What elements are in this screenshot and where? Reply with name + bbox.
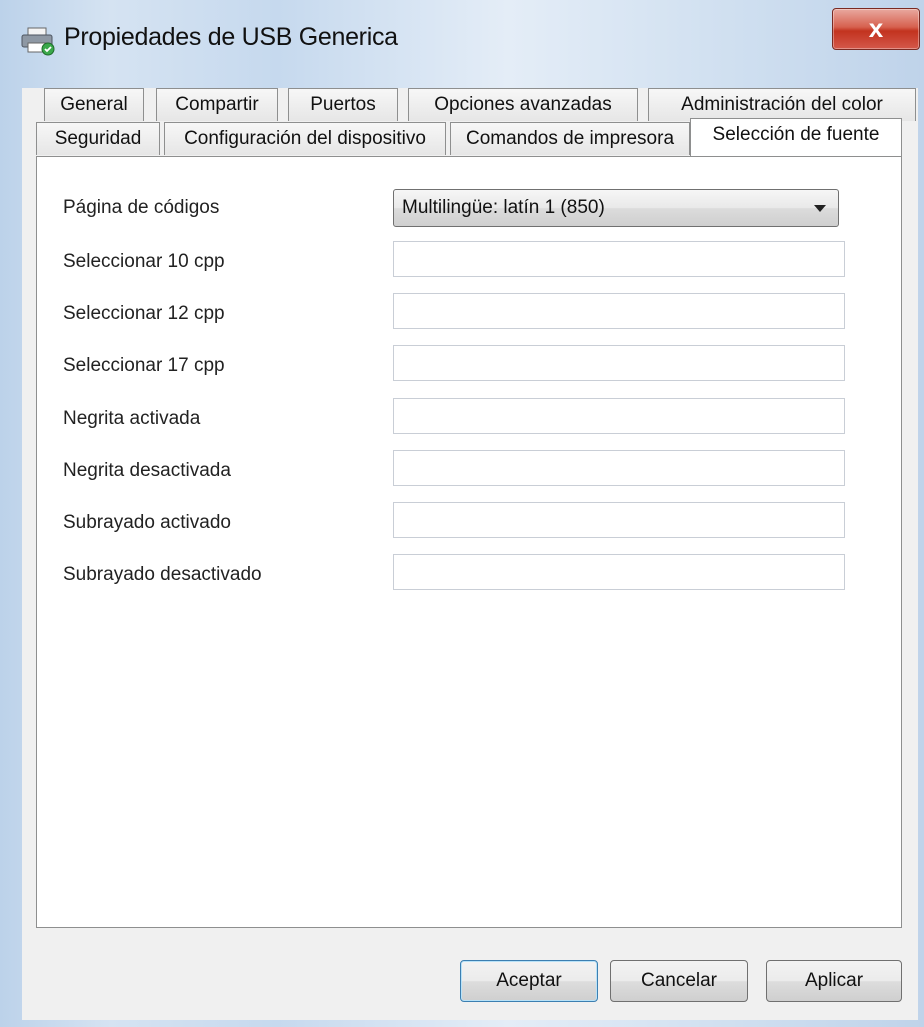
select-17cpp-input[interactable] <box>393 345 845 381</box>
window-title: Propiedades de USB Generica <box>64 23 398 51</box>
underline-on-input[interactable] <box>393 502 845 538</box>
field-label: Seleccionar 12 cpp <box>63 303 225 324</box>
field-label: Subrayado desactivado <box>63 564 262 585</box>
tab-administracion-color[interactable]: Administración del color <box>648 88 916 121</box>
dialog-body: General Compartir Puertos Opciones avanz… <box>22 88 918 1020</box>
printer-icon <box>21 27 55 56</box>
tab-compartir[interactable]: Compartir <box>156 88 278 121</box>
tab-opciones-avanzadas[interactable]: Opciones avanzadas <box>408 88 638 121</box>
tab-page-seleccion-fuente: Página de códigos Multilingüe: latín 1 (… <box>36 156 902 928</box>
underline-off-input[interactable] <box>393 554 845 590</box>
tab-seguridad[interactable]: Seguridad <box>36 122 160 155</box>
bold-on-input[interactable] <box>393 398 845 434</box>
title-bar[interactable]: Propiedades de USB Generica x <box>0 0 924 86</box>
field-label: Subrayado activado <box>63 512 231 533</box>
properties-window: Propiedades de USB Generica x General Co… <box>0 0 924 1027</box>
codepage-value: Multilingüe: latín 1 (850) <box>402 197 605 218</box>
tab-general[interactable]: General <box>44 88 144 121</box>
tab-puertos[interactable]: Puertos <box>288 88 398 121</box>
field-label: Seleccionar 17 cpp <box>63 355 225 376</box>
select-10cpp-input[interactable] <box>393 241 845 277</box>
apply-button[interactable]: Aplicar <box>766 960 902 1002</box>
codepage-label: Página de códigos <box>63 197 220 218</box>
chevron-down-icon <box>814 205 826 212</box>
tab-comandos-impresora[interactable]: Comandos de impresora <box>450 122 690 155</box>
tab-seleccion-fuente[interactable]: Selección de fuente <box>690 118 902 156</box>
close-button[interactable]: x <box>832 8 920 50</box>
tab-configuracion-dispositivo[interactable]: Configuración del dispositivo <box>164 122 446 155</box>
codepage-dropdown[interactable]: Multilingüe: latín 1 (850) <box>393 189 839 227</box>
cancel-button[interactable]: Cancelar <box>610 960 748 1002</box>
select-12cpp-input[interactable] <box>393 293 845 329</box>
field-label: Negrita desactivada <box>63 460 231 481</box>
field-label: Negrita activada <box>63 408 201 429</box>
field-label: Seleccionar 10 cpp <box>63 251 225 272</box>
bold-off-input[interactable] <box>393 450 845 486</box>
ok-button[interactable]: Aceptar <box>460 960 598 1002</box>
